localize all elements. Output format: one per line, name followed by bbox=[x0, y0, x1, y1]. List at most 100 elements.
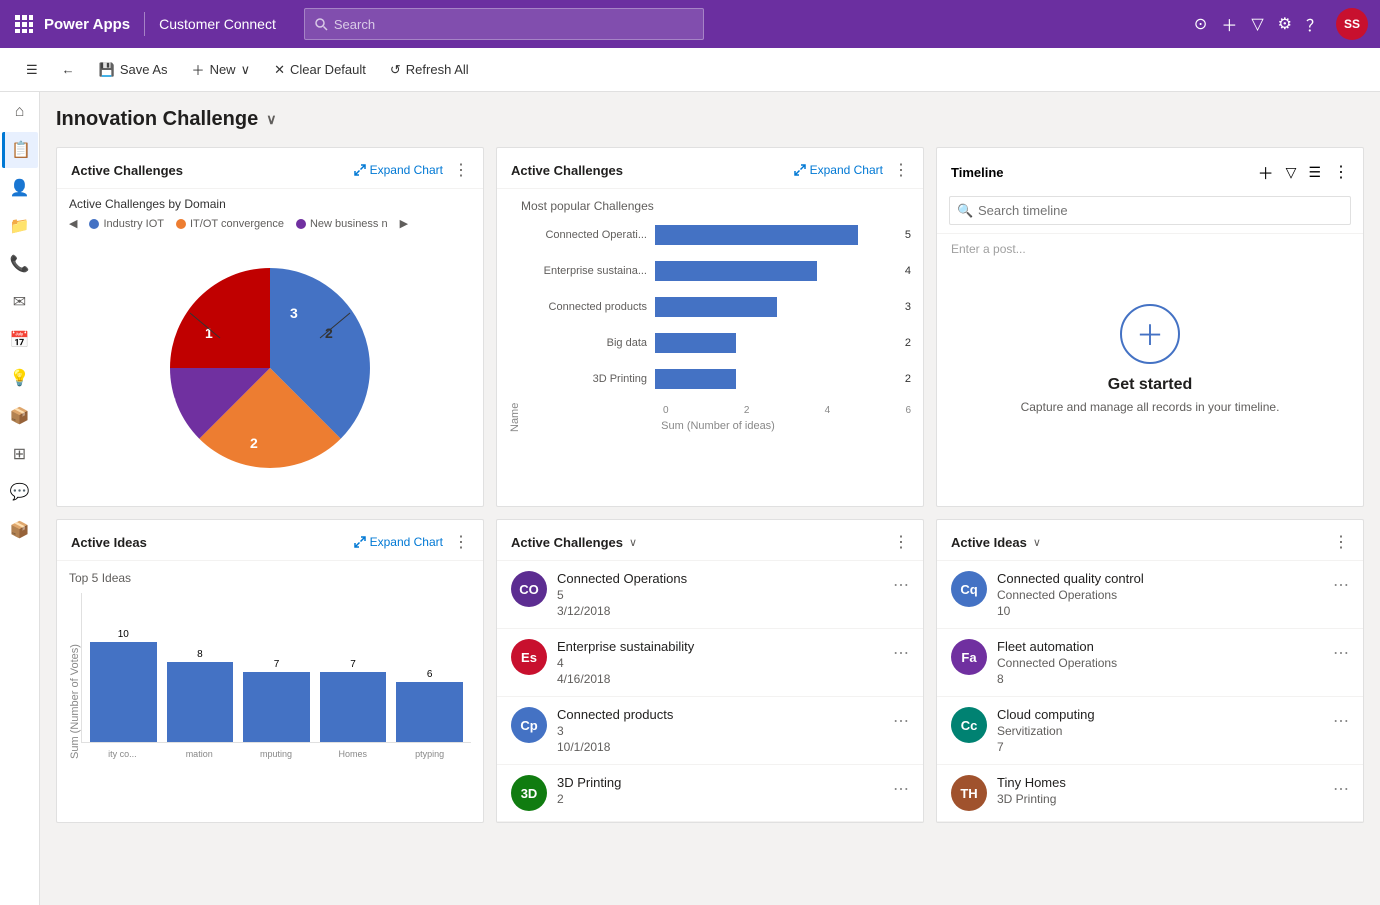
command-bar: ☰ ← 💾 Save As ＋ New ∨ ✕ Clear Default ↺ … bbox=[0, 48, 1380, 92]
sidebar-bulb-icon[interactable]: 💡 bbox=[2, 360, 38, 396]
list-item-sub2-2: 10/1/2018 bbox=[557, 740, 883, 754]
challenges-list-more-button[interactable]: ⋮ bbox=[893, 532, 909, 552]
timeline-search-input[interactable] bbox=[949, 196, 1351, 225]
search-input[interactable] bbox=[334, 17, 693, 32]
sidebar-active-icon[interactable]: 📋 bbox=[2, 132, 38, 168]
vbar-col-2: 7 bbox=[243, 659, 310, 742]
timeline-add-icon[interactable]: ＋ bbox=[1258, 160, 1274, 184]
global-search[interactable] bbox=[304, 8, 704, 40]
ideas-list-title-1: Fleet automation bbox=[997, 639, 1323, 654]
hbar-bar-2 bbox=[655, 297, 777, 317]
expand-chart-2-button[interactable]: Expand Chart bbox=[794, 163, 883, 177]
hbar-bar-4 bbox=[655, 369, 736, 389]
ideas-list-more-0[interactable]: ⋯ bbox=[1333, 575, 1349, 595]
bottom-dashboard-grid: Active Ideas Expand Chart ⋮ Top 5 Ideas … bbox=[56, 519, 1364, 823]
ideas-list-more-3[interactable]: ⋯ bbox=[1333, 779, 1349, 799]
next-legend[interactable]: ▶ bbox=[400, 217, 408, 230]
challenges-list-title: Active Challenges bbox=[511, 535, 623, 550]
sidebar-folder-icon[interactable]: 📁 bbox=[2, 208, 38, 244]
bar-card-actions: Expand Chart ⋮ bbox=[794, 160, 909, 180]
vbar-chart-body: Top 5 Ideas Sum (Number of Votes) 10 bbox=[57, 561, 483, 769]
hbar-bar-wrap-3 bbox=[655, 333, 899, 353]
back-button[interactable]: ← bbox=[52, 56, 85, 83]
sidebar-chat-icon[interactable]: 💬 bbox=[2, 474, 38, 510]
list-item-more-3[interactable]: ⋯ bbox=[893, 779, 909, 799]
hbar-val-1: 4 bbox=[905, 265, 911, 277]
ideas-list-more-1[interactable]: ⋯ bbox=[1333, 643, 1349, 663]
sidebar-grid-icon[interactable]: ⊞ bbox=[2, 436, 38, 472]
avatar[interactable]: SS bbox=[1336, 8, 1368, 40]
ideas-list-header: Active Ideas ∨ ⋮ bbox=[937, 520, 1363, 561]
challenges-list-title-wrap: Active Challenges ∨ bbox=[511, 535, 637, 550]
sidebar-box-icon[interactable]: 📦 bbox=[2, 398, 38, 434]
list-item-content-0: Connected Operations 5 3/12/2018 bbox=[557, 571, 883, 618]
x-label-0: 0 bbox=[663, 405, 669, 416]
vbar-bar-3 bbox=[320, 672, 387, 742]
hbar-label-2: Connected products bbox=[525, 301, 655, 313]
list-item-more-2[interactable]: ⋯ bbox=[893, 711, 909, 731]
svg-text:2: 2 bbox=[250, 435, 258, 451]
sidebar-mail-icon[interactable]: ✉ bbox=[2, 284, 38, 320]
ideas-bar-more-button[interactable]: ⋮ bbox=[453, 532, 469, 552]
settings-icon[interactable]: ⚙ bbox=[1278, 14, 1292, 34]
pie-chart-container: 3 2 1 1 2 bbox=[69, 238, 471, 498]
save-as-button[interactable]: 💾 Save As bbox=[89, 56, 178, 84]
sidebar-phone-icon[interactable]: 📞 bbox=[2, 246, 38, 282]
grid-icon[interactable] bbox=[12, 12, 36, 36]
sidebar-package-icon[interactable]: 📦 bbox=[2, 512, 38, 548]
new-chevron: ∨ bbox=[241, 62, 251, 78]
ideas-list-more-2[interactable]: ⋯ bbox=[1333, 711, 1349, 731]
timeline-columns-icon[interactable]: ☰ bbox=[1308, 164, 1321, 181]
vbar-col-0: 10 bbox=[90, 629, 157, 742]
sidebar-person-icon[interactable]: 👤 bbox=[2, 170, 38, 206]
refresh-all-button[interactable]: ↺ Refresh All bbox=[380, 56, 479, 84]
x-axis-title: Sum (Number of ideas) bbox=[525, 420, 911, 432]
sidebar-calendar-icon[interactable]: 📅 bbox=[2, 322, 38, 358]
timeline-card: Timeline ＋ ▽ ☰ ⋮ 🔍 Enter a post... ＋ Get… bbox=[936, 147, 1364, 507]
collapse-button[interactable]: ☰ bbox=[16, 56, 48, 84]
timeline-header: Timeline ＋ ▽ ☰ ⋮ bbox=[937, 148, 1363, 196]
pie-card-more-button[interactable]: ⋮ bbox=[453, 160, 469, 180]
timeline-get-started-icon[interactable]: ＋ bbox=[1120, 304, 1180, 364]
expand-chart-3-button[interactable]: Expand Chart bbox=[354, 535, 443, 549]
pie-legend: ◀ Industry IOT IT/OT convergence New bus… bbox=[69, 217, 471, 230]
sidebar-home-icon[interactable]: ⌂ bbox=[2, 94, 38, 130]
new-button[interactable]: ＋ New ∨ bbox=[182, 54, 261, 85]
hbar-bar-wrap-4 bbox=[655, 369, 899, 389]
timeline-more-icon[interactable]: ⋮ bbox=[1333, 162, 1349, 182]
list-item-more-0[interactable]: ⋯ bbox=[893, 575, 909, 595]
ideas-list-more-button[interactable]: ⋮ bbox=[1333, 532, 1349, 552]
help-icon[interactable]: ？ bbox=[1306, 12, 1322, 36]
plus-icon[interactable]: ＋ bbox=[1221, 12, 1237, 36]
ideas-list-sub1-2: Servitization bbox=[997, 724, 1323, 738]
timeline-filter-icon[interactable]: ▽ bbox=[1286, 164, 1297, 181]
vbar-xlabel-1: mation bbox=[166, 749, 233, 759]
clear-default-button[interactable]: ✕ Clear Default bbox=[264, 56, 376, 84]
ideas-list-sub1-0: Connected Operations bbox=[997, 588, 1323, 602]
hbar-bar-wrap-0 bbox=[655, 225, 899, 245]
vbar-x-labels: ity co... mation mputing Homes ptyping bbox=[81, 745, 471, 759]
circle-icon[interactable]: ⊙ bbox=[1194, 14, 1207, 34]
hbar-val-4: 2 bbox=[905, 373, 911, 385]
bar-card-more-button[interactable]: ⋮ bbox=[893, 160, 909, 180]
ideas-list-item-2: Cc Cloud computing Servitization 7 ⋯ bbox=[937, 697, 1363, 765]
list-item-content-3: 3D Printing 2 bbox=[557, 775, 883, 806]
list-item-sub1-2: 3 bbox=[557, 724, 883, 738]
list-item-more-1[interactable]: ⋯ bbox=[893, 643, 909, 663]
expand-chart-1-button[interactable]: Expand Chart bbox=[354, 163, 443, 177]
app-name: Power Apps bbox=[44, 16, 130, 33]
bar-chart-subtitle: Most popular Challenges bbox=[509, 199, 911, 213]
list-item-title-0: Connected Operations bbox=[557, 571, 883, 586]
challenges-list-chevron[interactable]: ∨ bbox=[629, 536, 637, 549]
hbar-bar-wrap-2 bbox=[655, 297, 899, 317]
ideas-list-scroll[interactable]: Cq Connected quality control Connected O… bbox=[937, 561, 1363, 822]
filter-icon[interactable]: ▽ bbox=[1251, 14, 1263, 34]
challenges-list-scroll[interactable]: CO Connected Operations 5 3/12/2018 ⋯ Es… bbox=[497, 561, 923, 822]
timeline-search-icon: 🔍 bbox=[957, 203, 973, 219]
timeline-post-input[interactable]: Enter a post... bbox=[937, 233, 1363, 264]
pie-card-actions: Expand Chart ⋮ bbox=[354, 160, 469, 180]
prev-legend[interactable]: ◀ bbox=[69, 217, 77, 230]
vbar-xlabel-4: ptyping bbox=[396, 749, 463, 759]
ideas-list-chevron[interactable]: ∨ bbox=[1033, 536, 1041, 549]
page-title-chevron[interactable]: ∨ bbox=[266, 111, 276, 128]
